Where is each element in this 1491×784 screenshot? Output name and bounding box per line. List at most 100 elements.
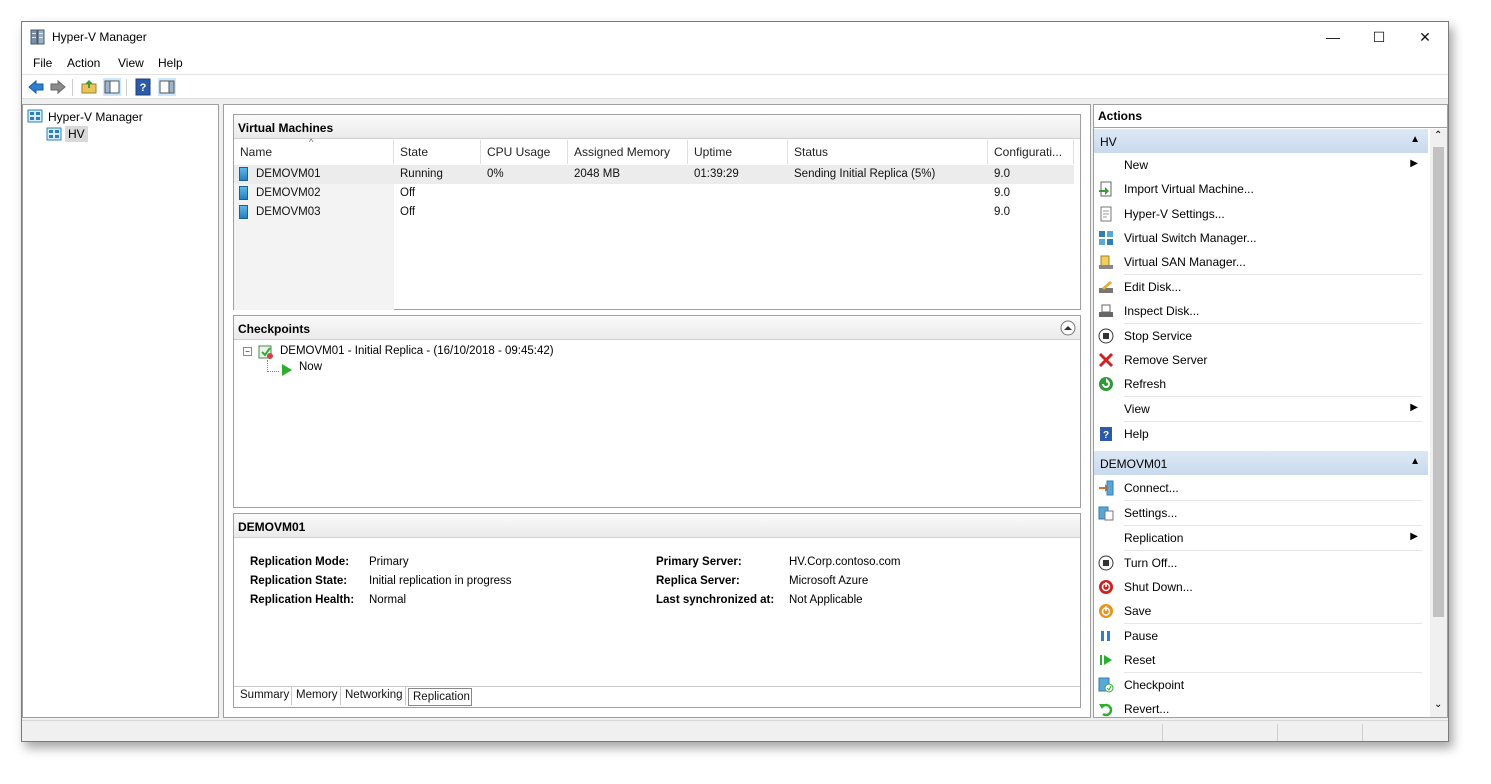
last-synchronized-value: Not Applicable <box>789 594 863 606</box>
action-new[interactable]: New ▶ <box>1098 153 1422 177</box>
col-state[interactable]: State <box>394 140 481 164</box>
virtual-machines-panel: Virtual Machines Name ^ State CPU Usage … <box>233 114 1081 310</box>
actions-scrollbar[interactable]: ⌃ ⌄ <box>1430 129 1447 717</box>
action-shut-down[interactable]: Shut Down... <box>1098 575 1422 599</box>
status-divider <box>1362 724 1363 741</box>
vm-uptime: 01:39:29 <box>694 168 739 180</box>
vm-state: Off <box>400 187 416 199</box>
tree-collapse-toggle[interactable]: − <box>243 347 252 356</box>
table-row[interactable]: DEMOVM02 Off 9.0 <box>234 184 1074 203</box>
actions-pane: Actions ⌃ ⌄ HV ▲ New ▶ Import Virtual Ma… <box>1093 104 1448 718</box>
action-save[interactable]: Save <box>1098 599 1422 623</box>
section-title: DEMOVM01 <box>1100 457 1168 471</box>
action-turn-off[interactable]: Turn Off... <box>1098 551 1422 575</box>
tab-summary[interactable]: Summary <box>236 687 292 705</box>
checkpoint-now-label[interactable]: Now <box>299 361 322 373</box>
inspect-disk-icon <box>1099 304 1113 317</box>
replication-mode-value: Primary <box>369 556 409 568</box>
last-synchronized-label: Last synchronized at: <box>656 594 775 606</box>
help-icon[interactable]: ? <box>134 78 152 96</box>
vm-memory: 2048 MB <box>574 168 621 180</box>
back-icon[interactable] <box>27 78 45 96</box>
sort-ascending-icon: ^ <box>309 137 314 147</box>
vm-config: 9.0 <box>994 206 1010 218</box>
col-cpu-usage[interactable]: CPU Usage <box>481 140 568 164</box>
action-pause[interactable]: Pause <box>1098 624 1422 648</box>
action-inspect-disk[interactable]: Inspect Disk... <box>1098 299 1422 323</box>
vm-icon <box>239 167 248 181</box>
action-reset[interactable]: Reset <box>1098 648 1422 672</box>
action-vm-settings[interactable]: Settings... <box>1098 501 1422 525</box>
action-virtual-switch-manager[interactable]: Virtual Switch Manager... <box>1098 226 1422 250</box>
minimize-button[interactable]: — <box>1310 22 1356 52</box>
vm-settings-icon <box>1098 506 1114 521</box>
action-replication[interactable]: Replication ▶ <box>1098 526 1422 550</box>
menu-help[interactable]: Help <box>158 56 183 70</box>
action-edit-disk[interactable]: Edit Disk... <box>1098 275 1422 299</box>
collapse-up-icon[interactable]: ▲ <box>1410 456 1420 467</box>
action-label: Shut Down... <box>1124 580 1193 594</box>
col-uptime[interactable]: Uptime <box>688 140 788 164</box>
tree-connector <box>267 371 279 372</box>
tree-root-label[interactable]: Hyper-V Manager <box>48 110 143 124</box>
collapse-up-icon[interactable]: ▲ <box>1410 134 1420 145</box>
menu-action[interactable]: Action <box>67 56 100 70</box>
action-label: Turn Off... <box>1124 556 1178 570</box>
vm-config: 9.0 <box>994 187 1010 199</box>
action-remove-server[interactable]: Remove Server <box>1098 348 1422 372</box>
checkpoint-icon <box>1098 677 1114 693</box>
scroll-down-icon[interactable]: ⌄ <box>1434 699 1442 710</box>
vm-icon <box>239 186 248 200</box>
tab-networking[interactable]: Networking <box>341 687 406 705</box>
action-label: Checkpoint <box>1124 678 1185 692</box>
action-hyper-v-settings[interactable]: Hyper-V Settings... <box>1098 202 1422 226</box>
vm-state: Off <box>400 206 416 218</box>
table-row[interactable]: DEMOVM03 Off 9.0 <box>234 203 1074 222</box>
action-checkpoint[interactable]: Checkpoint <box>1098 673 1422 697</box>
action-connect[interactable]: Connect... <box>1098 476 1422 500</box>
action-stop-service[interactable]: Stop Service <box>1098 324 1422 348</box>
replica-server-label: Replica Server: <box>656 575 740 587</box>
tab-replication[interactable]: Replication <box>408 688 472 706</box>
action-help[interactable]: ? Help <box>1098 422 1422 446</box>
tab-memory[interactable]: Memory <box>292 687 341 705</box>
maximize-button[interactable]: ☐ <box>1356 22 1402 52</box>
action-import-vm[interactable]: Import Virtual Machine... <box>1098 177 1422 201</box>
actions-section-demovm01[interactable]: DEMOVM01 ▲ <box>1094 451 1428 475</box>
col-status[interactable]: Status <box>788 140 988 164</box>
vm-cpu: 0% <box>487 168 504 180</box>
menu-view[interactable]: View <box>118 56 144 70</box>
shutdown-icon <box>1099 580 1113 594</box>
action-refresh[interactable]: Refresh <box>1098 372 1422 396</box>
action-label: Stop Service <box>1124 329 1193 343</box>
tree-item-hv[interactable]: HV <box>65 126 88 142</box>
up-folder-icon[interactable] <box>80 78 98 96</box>
col-configuration[interactable]: Configurati... <box>988 140 1074 164</box>
action-label: Help <box>1124 427 1149 441</box>
san-icon <box>1099 255 1113 269</box>
scrollbar-thumb[interactable] <box>1433 147 1444 617</box>
turn-off-icon <box>1098 555 1114 571</box>
close-button[interactable]: ✕ <box>1402 22 1448 52</box>
show-hide-action-pane-icon[interactable] <box>158 78 176 96</box>
col-name[interactable]: Name <box>234 140 394 164</box>
collapse-icon[interactable] <box>1060 320 1076 336</box>
table-row[interactable]: DEMOVM01 Running 0% 2048 MB 01:39:29 Sen… <box>234 165 1074 184</box>
action-revert[interactable]: Revert... <box>1098 697 1422 717</box>
hyper-v-app-icon <box>30 29 45 45</box>
help-icon: ? <box>1100 427 1112 441</box>
action-virtual-san-manager[interactable]: Virtual SAN Manager... <box>1098 250 1422 274</box>
menu-bar: File Action View Help <box>22 52 1448 74</box>
actions-section-hv[interactable]: HV ▲ <box>1094 129 1428 153</box>
action-view[interactable]: View ▶ <box>1098 397 1422 421</box>
menu-file[interactable]: File <box>33 56 52 70</box>
replication-state-label: Replication State: <box>250 575 348 587</box>
col-assigned-memory[interactable]: Assigned Memory <box>568 140 688 164</box>
forward-icon[interactable] <box>49 78 67 96</box>
status-divider <box>1277 724 1278 741</box>
replica-server-value: Microsoft Azure <box>789 575 869 587</box>
show-hide-tree-icon[interactable] <box>103 78 121 96</box>
scroll-up-icon[interactable]: ⌃ <box>1434 130 1442 141</box>
checkpoint-root-label[interactable]: DEMOVM01 - Initial Replica - (16/10/2018… <box>280 345 554 357</box>
stop-icon <box>1098 328 1114 344</box>
